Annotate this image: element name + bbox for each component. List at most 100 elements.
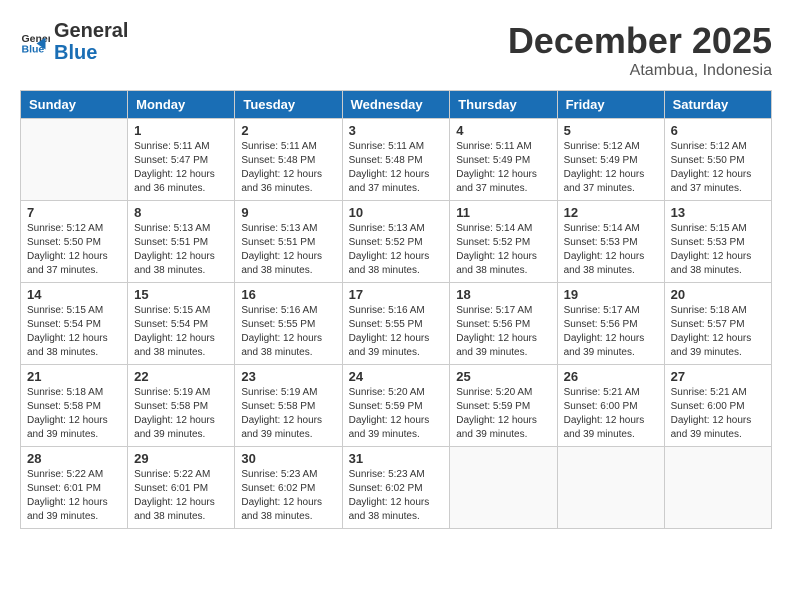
day-info: Sunrise: 5:17 AMSunset: 5:56 PMDaylight:… (564, 304, 658, 360)
calendar-cell: 22 Sunrise: 5:19 AMSunset: 5:58 PMDayligh… (128, 365, 235, 447)
day-number: 7 (27, 205, 121, 220)
day-info: Sunrise: 5:20 AMSunset: 5:59 PMDaylight:… (349, 386, 444, 442)
day-number: 28 (27, 451, 121, 466)
day-number: 31 (349, 451, 444, 466)
calendar-cell: 31 Sunrise: 5:23 AMSunset: 6:02 PMDayligh… (342, 447, 450, 529)
day-number: 6 (671, 123, 765, 138)
day-info: Sunrise: 5:14 AMSunset: 5:52 PMDaylight:… (456, 222, 550, 278)
day-number: 22 (134, 369, 228, 384)
day-number: 1 (134, 123, 228, 138)
day-info: Sunrise: 5:13 AMSunset: 5:52 PMDaylight:… (349, 222, 444, 278)
day-number: 13 (671, 205, 765, 220)
day-info: Sunrise: 5:23 AMSunset: 6:02 PMDaylight:… (241, 468, 335, 524)
day-number: 16 (241, 287, 335, 302)
calendar-cell (664, 447, 771, 529)
day-info: Sunrise: 5:19 AMSunset: 5:58 PMDaylight:… (134, 386, 228, 442)
weekday-header-monday: Monday (128, 91, 235, 119)
day-number: 2 (241, 123, 335, 138)
calendar-cell (21, 119, 128, 201)
day-info: Sunrise: 5:15 AMSunset: 5:54 PMDaylight:… (134, 304, 228, 360)
calendar-cell: 16Sunrise: 5:16 AMSunset: 5:55 PMDayligh… (235, 283, 342, 365)
day-number: 19 (564, 287, 658, 302)
calendar-cell: 21Sunrise: 5:18 AMSunset: 5:58 PMDayligh… (21, 365, 128, 447)
logo-general: General (54, 20, 128, 42)
day-number: 3 (349, 123, 444, 138)
calendar-cell: 27 Sunrise: 5:21 AMSunset: 6:00 PMDayligh… (664, 365, 771, 447)
calendar-cell: 19 Sunrise: 5:17 AMSunset: 5:56 PMDayligh… (557, 283, 664, 365)
calendar-cell: 1 Sunrise: 5:11 AMSunset: 5:47 PMDaylight… (128, 119, 235, 201)
day-info: Sunrise: 5:11 AMSunset: 5:48 PMDaylight:… (349, 140, 444, 196)
day-info: Sunrise: 5:23 AMSunset: 6:02 PMDaylight:… (349, 468, 444, 524)
calendar-cell: 20 Sunrise: 5:18 AMSunset: 5:57 PMDayligh… (664, 283, 771, 365)
calendar-cell: 15 Sunrise: 5:15 AMSunset: 5:54 PMDayligh… (128, 283, 235, 365)
calendar-cell: 17Sunrise: 5:16 AMSunset: 5:55 PMDayligh… (342, 283, 450, 365)
calendar-cell: 10 Sunrise: 5:13 AMSunset: 5:52 PMDayligh… (342, 201, 450, 283)
logo-icon: General Blue (20, 27, 50, 57)
calendar-cell (450, 447, 557, 529)
day-info: Sunrise: 5:13 AMSunset: 5:51 PMDaylight:… (134, 222, 228, 278)
day-info: Sunrise: 5:15 AMSunset: 5:53 PMDaylight:… (671, 222, 765, 278)
day-info: Sunrise: 5:12 AMSunset: 5:50 PMDaylight:… (27, 222, 121, 278)
day-number: 5 (564, 123, 658, 138)
day-info: Sunrise: 5:14 AMSunset: 5:53 PMDaylight:… (564, 222, 658, 278)
calendar-cell: 14 Sunrise: 5:15 AMSunset: 5:54 PMDayligh… (21, 283, 128, 365)
day-number: 26 (564, 369, 658, 384)
weekday-header-wednesday: Wednesday (342, 91, 450, 119)
day-info: Sunrise: 5:12 AMSunset: 5:49 PMDaylight:… (564, 140, 658, 196)
day-number: 12 (564, 205, 658, 220)
location: Atambua, Indonesia (508, 62, 772, 80)
calendar-cell (557, 447, 664, 529)
day-info: Sunrise: 5:13 AMSunset: 5:51 PMDaylight:… (241, 222, 335, 278)
weekday-header-tuesday: Tuesday (235, 91, 342, 119)
calendar-cell: 11 Sunrise: 5:14 AMSunset: 5:52 PMDayligh… (450, 201, 557, 283)
weekday-header-friday: Friday (557, 91, 664, 119)
calendar: SundayMondayTuesdayWednesdayThursdayFrid… (20, 90, 772, 529)
day-info: Sunrise: 5:21 AMSunset: 6:00 PMDaylight:… (564, 386, 658, 442)
calendar-cell: 18 Sunrise: 5:17 AMSunset: 5:56 PMDayligh… (450, 283, 557, 365)
day-info: Sunrise: 5:21 AMSunset: 6:00 PMDaylight:… (671, 386, 765, 442)
day-number: 20 (671, 287, 765, 302)
calendar-cell: 5 Sunrise: 5:12 AMSunset: 5:49 PMDaylight… (557, 119, 664, 201)
day-number: 4 (456, 123, 550, 138)
day-info: Sunrise: 5:20 AMSunset: 5:59 PMDaylight:… (456, 386, 550, 442)
title-area: December 2025 Atambua, Indonesia (508, 20, 772, 80)
calendar-cell: 8Sunrise: 5:13 AMSunset: 5:51 PMDaylight… (128, 201, 235, 283)
day-number: 10 (349, 205, 444, 220)
week-row-1: 1 Sunrise: 5:11 AMSunset: 5:47 PMDaylight… (21, 119, 772, 201)
day-number: 11 (456, 205, 550, 220)
calendar-cell: 25 Sunrise: 5:20 AMSunset: 5:59 PMDayligh… (450, 365, 557, 447)
day-info: Sunrise: 5:11 AMSunset: 5:47 PMDaylight:… (134, 140, 228, 196)
day-number: 23 (241, 369, 335, 384)
header: General Blue General Blue December 2025 … (20, 20, 772, 80)
calendar-cell: 29 Sunrise: 5:22 AMSunset: 6:01 PMDayligh… (128, 447, 235, 529)
day-number: 27 (671, 369, 765, 384)
weekday-header-sunday: Sunday (21, 91, 128, 119)
calendar-cell: 23 Sunrise: 5:19 AMSunset: 5:58 PMDayligh… (235, 365, 342, 447)
day-info: Sunrise: 5:15 AMSunset: 5:54 PMDaylight:… (27, 304, 121, 360)
calendar-cell: 3 Sunrise: 5:11 AMSunset: 5:48 PMDaylight… (342, 119, 450, 201)
day-number: 14 (27, 287, 121, 302)
day-number: 29 (134, 451, 228, 466)
calendar-cell: 30 Sunrise: 5:23 AMSunset: 6:02 PMDayligh… (235, 447, 342, 529)
day-info: Sunrise: 5:19 AMSunset: 5:58 PMDaylight:… (241, 386, 335, 442)
calendar-cell: 24 Sunrise: 5:20 AMSunset: 5:59 PMDayligh… (342, 365, 450, 447)
day-info: Sunrise: 5:12 AMSunset: 5:50 PMDaylight:… (671, 140, 765, 196)
day-number: 18 (456, 287, 550, 302)
day-info: Sunrise: 5:18 AMSunset: 5:57 PMDaylight:… (671, 304, 765, 360)
calendar-cell: 13 Sunrise: 5:15 AMSunset: 5:53 PMDayligh… (664, 201, 771, 283)
day-info: Sunrise: 5:17 AMSunset: 5:56 PMDaylight:… (456, 304, 550, 360)
weekday-header-row: SundayMondayTuesdayWednesdayThursdayFrid… (21, 91, 772, 119)
day-number: 21 (27, 369, 121, 384)
calendar-cell: 2Sunrise: 5:11 AMSunset: 5:48 PMDaylight… (235, 119, 342, 201)
day-info: Sunrise: 5:11 AMSunset: 5:49 PMDaylight:… (456, 140, 550, 196)
day-info: Sunrise: 5:22 AMSunset: 6:01 PMDaylight:… (134, 468, 228, 524)
day-number: 30 (241, 451, 335, 466)
week-row-4: 21Sunrise: 5:18 AMSunset: 5:58 PMDayligh… (21, 365, 772, 447)
day-number: 24 (349, 369, 444, 384)
calendar-cell: 6 Sunrise: 5:12 AMSunset: 5:50 PMDaylight… (664, 119, 771, 201)
day-number: 15 (134, 287, 228, 302)
day-number: 25 (456, 369, 550, 384)
svg-text:Blue: Blue (22, 44, 45, 56)
week-row-5: 28 Sunrise: 5:22 AMSunset: 6:01 PMDayligh… (21, 447, 772, 529)
day-info: Sunrise: 5:16 AMSunset: 5:55 PMDaylight:… (349, 304, 444, 360)
